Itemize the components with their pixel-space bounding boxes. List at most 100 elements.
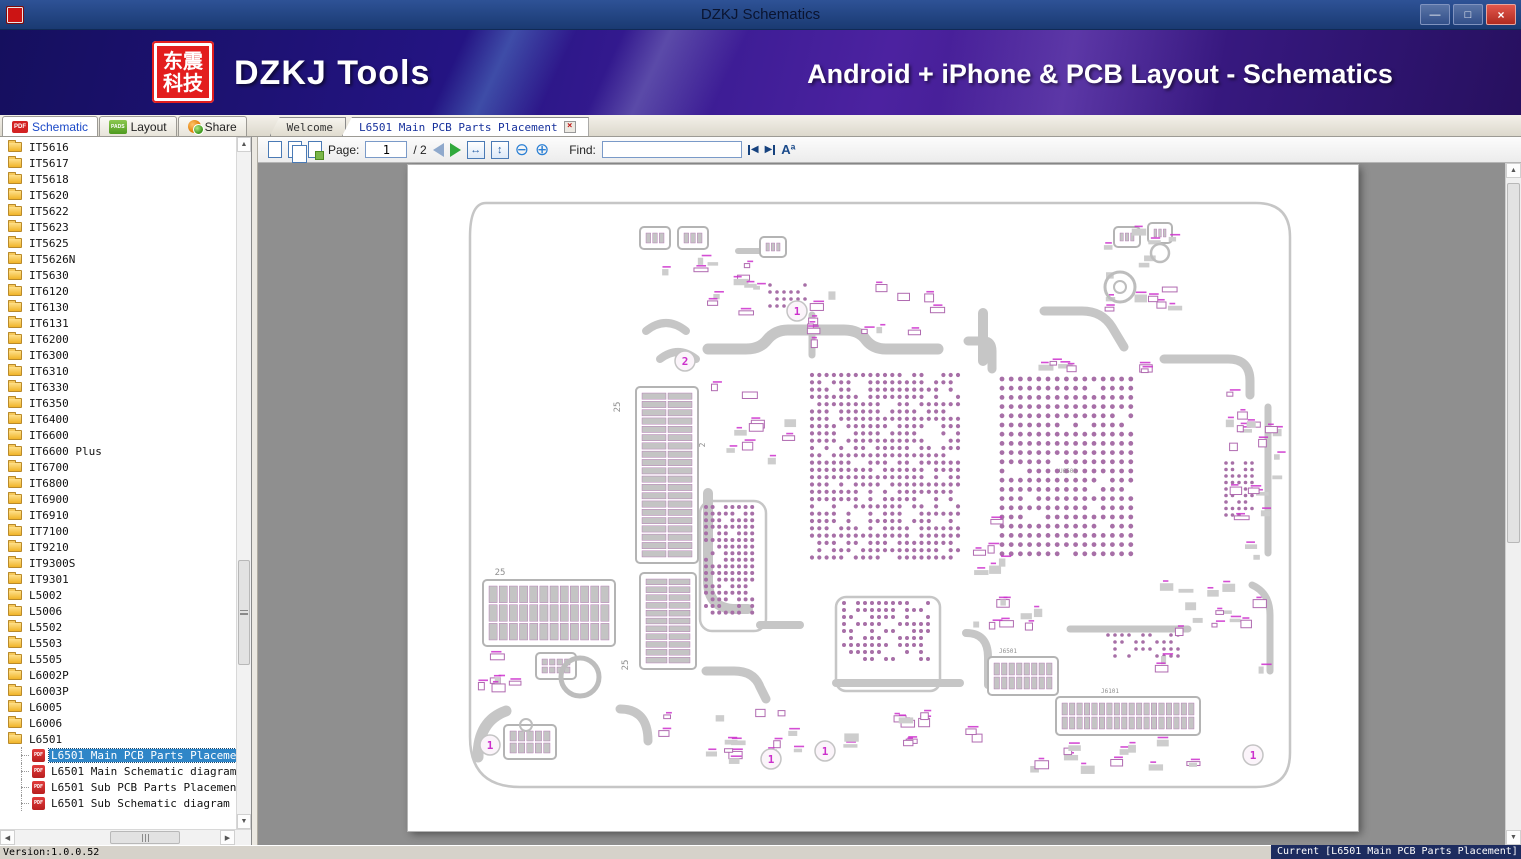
sidebar-vscrollbar[interactable]: ▲ ▼ xyxy=(236,137,251,829)
sidebar-folder[interactable]: IT5630 xyxy=(0,267,251,283)
folder-icon xyxy=(8,572,22,584)
sidebar-folder[interactable]: IT5623 xyxy=(0,219,251,235)
logo-line1: 东震 xyxy=(163,49,203,73)
window-title: DZKJ Schematics xyxy=(700,6,821,23)
sidebar-document[interactable]: PDF L6501 Sub PCB Parts Placement xyxy=(0,779,251,795)
sidebar-folder[interactable]: IT6200 xyxy=(0,331,251,347)
sidebar-folder[interactable]: IT6310 xyxy=(0,363,251,379)
page-copy-icon[interactable] xyxy=(308,141,324,160)
sidebar-folder[interactable]: L5503 xyxy=(0,635,251,651)
sidebar-folder[interactable]: IT6600 xyxy=(0,427,251,443)
fit-page-icon[interactable]: ↕ xyxy=(490,140,509,159)
sidebar-folder[interactable]: IT9301 xyxy=(0,571,251,587)
folder-icon xyxy=(8,364,22,376)
facing-pages-icon[interactable] xyxy=(288,141,307,163)
close-button[interactable]: × xyxy=(1486,4,1516,25)
sidebar-folder[interactable]: IT7100 xyxy=(0,523,251,539)
doc-tab[interactable]: L6501 Main PCB Parts Placement × xyxy=(341,117,589,136)
close-tab-icon[interactable]: × xyxy=(563,121,576,133)
sidebar-folder[interactable]: IT6400 xyxy=(0,411,251,427)
sidebar-folder[interactable]: L5002 xyxy=(0,587,251,603)
zoom-in-icon[interactable]: ⊕ xyxy=(535,141,549,158)
folder-label: IT5616 xyxy=(29,140,69,154)
sidebar-folder[interactable]: IT6700 xyxy=(0,459,251,475)
vscrollbar-thumb[interactable] xyxy=(238,560,250,665)
sidebar-folder[interactable]: IT9300S xyxy=(0,555,251,571)
share-icon xyxy=(187,120,204,135)
scroll-down-icon[interactable]: ▼ xyxy=(237,814,251,829)
find-input[interactable] xyxy=(601,141,742,158)
folder-icon xyxy=(8,156,22,168)
sidebar-folder[interactable]: IT5625 xyxy=(0,235,251,251)
folder-label: IT9301 xyxy=(29,572,69,586)
hscrollbar-track[interactable] xyxy=(15,830,220,845)
doc-tab[interactable]: Welcome xyxy=(269,117,346,136)
sidebar-folder[interactable]: L5502 xyxy=(0,619,251,635)
sidebar-folder[interactable]: IT6350 xyxy=(0,395,251,411)
minimize-button[interactable]: — xyxy=(1420,4,1450,25)
zoom-out-icon[interactable]: ⊖ xyxy=(515,141,529,158)
sidebar-folder[interactable]: IT5620 xyxy=(0,187,251,203)
sidebar-folder[interactable]: IT6300 xyxy=(0,347,251,363)
sidebar-folder[interactable]: L5006 xyxy=(0,603,251,619)
scroll-left-icon[interactable]: ◀ xyxy=(0,830,15,845)
folder-label: IT6600 Plus xyxy=(29,444,102,458)
sidebar-document[interactable]: PDF L6501 Main PCB Parts Placement xyxy=(0,747,251,763)
scroll-up-icon[interactable]: ▲ xyxy=(1506,163,1521,178)
folder-icon xyxy=(8,444,22,456)
viewer-vscrollbar[interactable]: ▲ ▼ xyxy=(1505,163,1521,845)
folder-icon xyxy=(8,492,22,504)
sidebar-folder[interactable]: IT6600 Plus xyxy=(0,443,251,459)
find-next-icon[interactable]: ▶ xyxy=(765,144,776,155)
sidebar-folder[interactable]: L6002P xyxy=(0,667,251,683)
folder-icon xyxy=(8,476,22,488)
sidebar-folder[interactable]: L6006 xyxy=(0,715,251,731)
sidebar-folder[interactable]: IT6131 xyxy=(0,315,251,331)
sidebar-folder[interactable]: IT6330 xyxy=(0,379,251,395)
find-previous-icon[interactable]: ◀ xyxy=(747,144,759,155)
ribbon-tabs: PDF Schematic PADS Layout Share xyxy=(2,116,248,136)
sidebar-folder[interactable]: IT6900 xyxy=(0,491,251,507)
sidebar-folder[interactable]: IT5616 xyxy=(0,139,251,155)
sidebar-folder[interactable]: IT5626N xyxy=(0,251,251,267)
match-case-icon[interactable]: Aª xyxy=(781,142,795,157)
sidebar-folder[interactable]: L5505 xyxy=(0,651,251,667)
sidebar-folder[interactable]: IT6910 xyxy=(0,507,251,523)
page-input[interactable] xyxy=(365,141,408,158)
svg-text:1: 1 xyxy=(822,745,829,758)
sidebar-hscrollbar[interactable]: ◀ ▶ xyxy=(0,829,251,845)
folder-label: IT5622 xyxy=(29,204,69,218)
sidebar-folder[interactable]: IT6130 xyxy=(0,299,251,315)
viewer-scrollbar-thumb[interactable] xyxy=(1507,183,1520,543)
folder-icon xyxy=(8,636,22,648)
previous-page-icon[interactable] xyxy=(432,142,444,157)
tab-share[interactable]: Share xyxy=(177,116,247,136)
sidebar-folder[interactable]: L6003P xyxy=(0,683,251,699)
sidebar-document[interactable]: PDF L6501 Sub Schematic diagram xyxy=(0,795,251,811)
scroll-up-icon[interactable]: ▲ xyxy=(237,137,251,152)
sidebar-folder[interactable]: IT6120 xyxy=(0,283,251,299)
fit-width-icon[interactable]: ↔ xyxy=(466,140,485,159)
scroll-down-icon[interactable]: ▼ xyxy=(1506,830,1521,845)
folder-label: IT5625 xyxy=(29,236,69,250)
sidebar-folder[interactable]: IT5617 xyxy=(0,155,251,171)
document-label: L6501 Sub PCB Parts Placement xyxy=(51,780,244,794)
sidebar-folder[interactable]: IT5618 xyxy=(0,171,251,187)
single-page-icon[interactable] xyxy=(268,141,282,158)
scroll-right-icon[interactable]: ▶ xyxy=(220,830,235,845)
sidebar-folder[interactable]: IT9210 xyxy=(0,539,251,555)
folder-label: L5502 xyxy=(29,620,63,634)
next-page-icon[interactable] xyxy=(449,142,461,157)
sidebar-folder[interactable]: L6005 xyxy=(0,699,251,715)
sidebar-document[interactable]: PDF L6501 Main Schematic diagram xyxy=(0,763,251,779)
pdf-icon: PDF xyxy=(32,748,45,762)
banner-subtitle: Android + iPhone & PCB Layout - Schemati… xyxy=(807,59,1393,89)
sidebar-folder-open[interactable]: L6501 xyxy=(0,731,251,747)
folder-icon xyxy=(8,316,22,328)
sidebar-folder[interactable]: IT5622 xyxy=(0,203,251,219)
maximize-button[interactable]: □ xyxy=(1453,4,1483,25)
sidebar-folder[interactable]: IT6800 xyxy=(0,475,251,491)
hscrollbar-thumb[interactable] xyxy=(110,831,180,844)
tab-layout[interactable]: PADS Layout xyxy=(99,116,177,136)
tab-schematic[interactable]: PDF Schematic xyxy=(2,116,99,136)
